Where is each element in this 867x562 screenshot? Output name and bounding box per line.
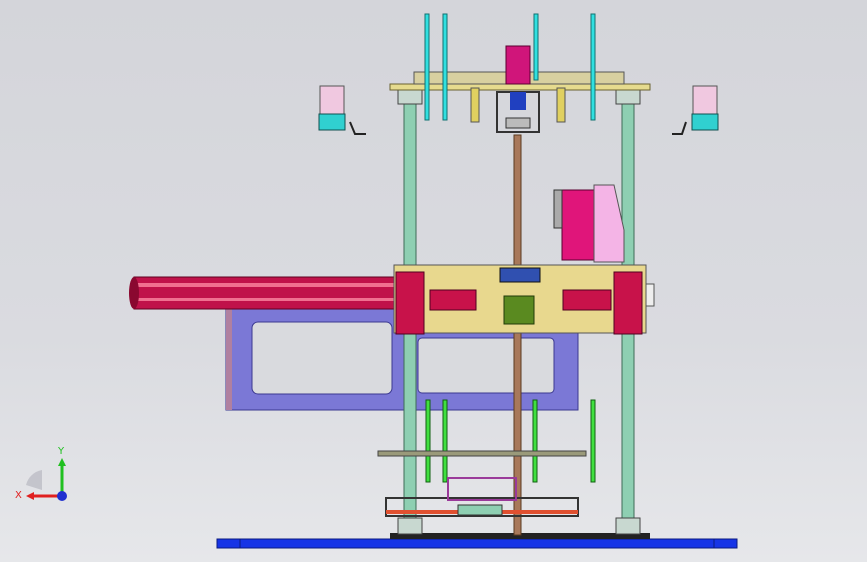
lower-pins bbox=[425, 399, 596, 483]
lead-screw bbox=[513, 134, 522, 536]
left-sensor bbox=[318, 85, 366, 135]
y-axis-label: Y bbox=[57, 446, 65, 457]
machine-assembly-model[interactable] bbox=[0, 0, 867, 562]
orientation-triad: Y X bbox=[14, 440, 74, 510]
linear-actuator bbox=[129, 276, 397, 310]
x-axis-label: X bbox=[15, 490, 22, 501]
servo-motor bbox=[553, 184, 625, 263]
z-axis-dot bbox=[57, 491, 67, 501]
cad-viewport[interactable]: Y X bbox=[0, 0, 867, 562]
base-plate bbox=[216, 533, 738, 549]
right-sensor bbox=[672, 85, 719, 135]
carriage-plate bbox=[393, 264, 655, 335]
